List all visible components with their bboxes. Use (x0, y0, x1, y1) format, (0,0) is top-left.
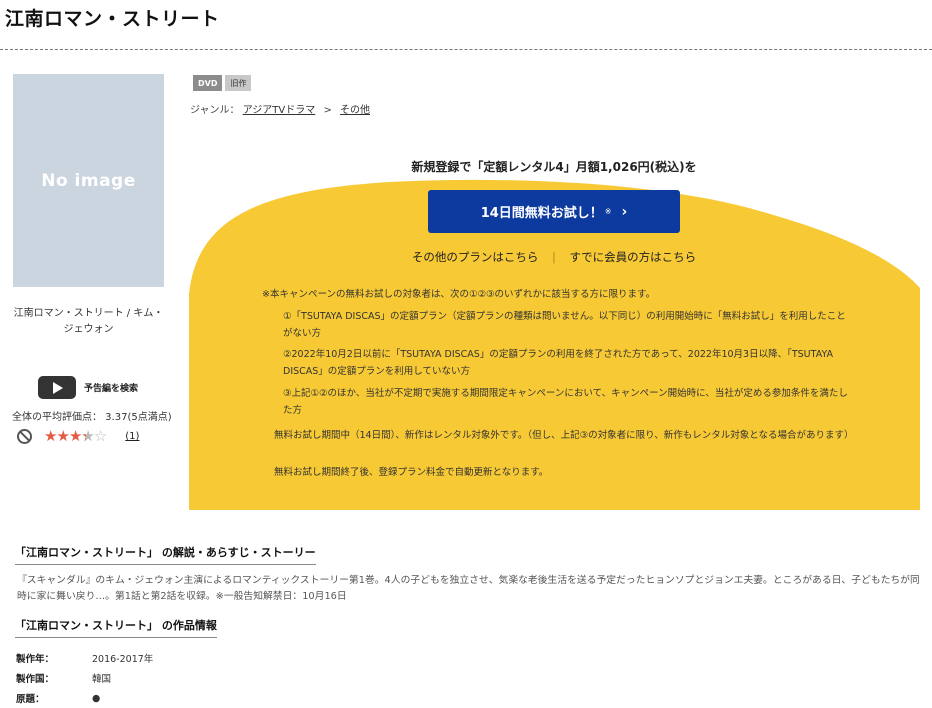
trial-note-new-releases: 無料お試し期間中（14日間）、新作はレンタル対象外です。（但し、上記③の対象者に… (274, 430, 854, 441)
synopsis-text: 『スキャンダル』のキム・ジェウォン主演によるロマンティックストーリー第1巻。4人… (17, 575, 920, 602)
genre-breadcrumb: ジャンル： アジアTVドラマ > その他 (190, 101, 370, 116)
cover-placeholder-text: No image (41, 170, 136, 191)
conditions-intro: ※本キャンペーンの無料お試しの対象者は、次の①②③のいずれかに該当する方に限りま… (262, 289, 656, 300)
rating-row: ★ ★ ★ ★★ ☆ (1) (17, 429, 139, 444)
work-info-table: 製作年： 2016-2017年 製作国： 韓国 原題： ● (16, 648, 153, 708)
star-full-icon: ★ (56, 427, 69, 445)
info-label: 製作国： (16, 674, 55, 685)
genre-link-asian-tv-drama[interactable]: アジアTVドラマ (243, 105, 316, 116)
info-value: 韓国 (92, 674, 112, 685)
title-divider (0, 49, 932, 50)
star-full-icon: ★ (44, 427, 57, 445)
star-full-icon: ★ (68, 427, 82, 445)
trailer-search-label: 予告編を検索 (84, 384, 139, 394)
info-label: 製作年： (16, 654, 55, 665)
page-title: 江南ロマン・ストリート (5, 8, 220, 30)
link-separator: | (552, 250, 556, 264)
info-row-original-title: 原題： ● (16, 688, 153, 708)
average-rating: 全体の平均評価点： 3.37(5点満点) (12, 412, 172, 423)
star-rating[interactable]: ★ ★ ★ ★★ ☆ (44, 427, 107, 445)
free-trial-button[interactable]: 14日間無料お試し！ ※ › (428, 190, 680, 233)
old-release-tag: 旧作 (225, 75, 252, 91)
other-plans-link[interactable]: その他のプランはこちら (412, 250, 539, 264)
star-empty-icon: ☆ (93, 427, 107, 445)
review-count-link[interactable]: (1) (125, 431, 139, 442)
dvd-tag: DVD (193, 75, 223, 91)
condition-item-3: ③上記①②のほか、当社が不定期で実施する期間限定キャンペーンにおいて、キャンペー… (283, 388, 848, 416)
info-value: ● (92, 692, 101, 704)
synopsis-heading: 「江南ロマン・ストリート」 の解説・あらすじ・ストーリー (15, 544, 316, 565)
star-partial-icon: ★★ (81, 427, 94, 445)
cover-caption: 江南ロマン・ストリート / キム・ジェウォン (13, 308, 164, 335)
free-trial-note-mark: ※ (604, 207, 612, 216)
format-tags: DVD 旧作 (193, 75, 252, 91)
free-trial-label: 14日間無料お試し！ (480, 206, 603, 221)
cover-image[interactable]: No image (13, 74, 164, 287)
play-icon (38, 376, 76, 399)
info-row-year: 製作年： 2016-2017年 (16, 648, 153, 668)
plan-links: その他のプランはこちら | すでに会員の方はこちら (189, 249, 919, 265)
info-value: 2016-2017年 (92, 654, 154, 665)
work-info-heading: 「江南ロマン・ストリート」 の作品情報 (15, 617, 217, 638)
genre-separator: > (323, 105, 332, 116)
condition-item-2: ②2022年10月2日以前に「TSUTAYA DISCAS」の定額プランの利用を… (283, 349, 834, 377)
genre-label: ジャンル： (190, 105, 240, 116)
chevron-right-icon: › (621, 203, 628, 220)
campaign-headline: 新規登録で「定額レンタル4」月額1,026円(税込)を (411, 160, 697, 174)
info-row-country: 製作国： 韓国 (16, 668, 153, 688)
info-label: 原題： (16, 694, 45, 705)
condition-item-1: ①「TSUTAYA DISCAS」の定額プラン（定額プランの種類は問いません。以… (283, 311, 846, 339)
trailer-search-button[interactable]: 予告編を検索 (38, 376, 138, 399)
trial-note-auto-renewal: 無料お試し期間終了後、登録プラン料金で自動更新となります。 (274, 467, 549, 478)
genre-link-other[interactable]: その他 (340, 105, 370, 116)
not-interested-icon[interactable] (17, 429, 32, 444)
member-login-link[interactable]: すでに会員の方はこちら (570, 250, 697, 264)
